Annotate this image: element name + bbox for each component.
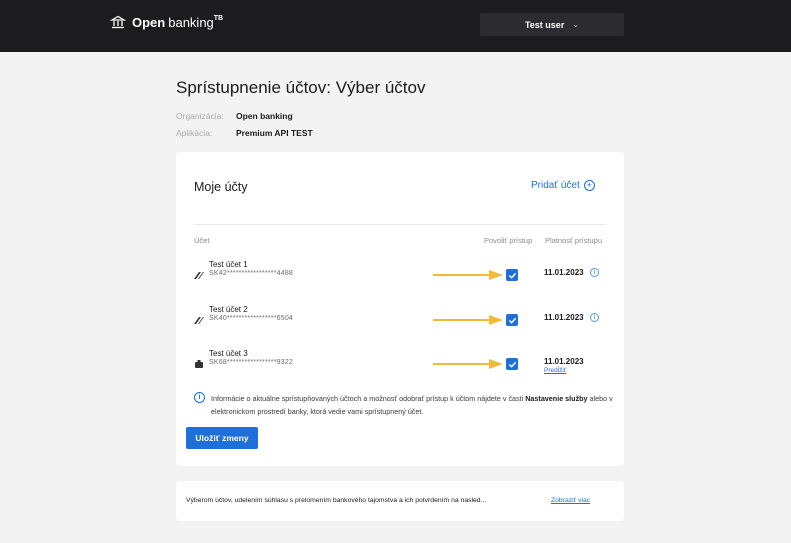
bank-icon — [110, 15, 126, 29]
info-icon[interactable]: i — [590, 268, 599, 277]
application-label: Aplikácia: — [176, 128, 213, 138]
column-header-allow-access: Povoliť prístup — [484, 236, 533, 245]
plus-circle-icon: + — [583, 180, 595, 191]
allow-access-checkbox[interactable] — [506, 269, 518, 281]
logo-text: banking — [168, 14, 214, 30]
consent-panel: Výberom účtov, udelením súhlasu s prelom… — [176, 481, 624, 521]
column-header-account: Účet — [194, 236, 210, 245]
divider — [194, 224, 606, 225]
account-name: Test účet 2 — [209, 305, 248, 314]
validity-date: 11.01.2023 — [544, 268, 584, 277]
logo[interactable]: Open banking TB — [110, 14, 223, 30]
account-row: Test účet 1 SK42*****************4488 11… — [194, 260, 614, 290]
accounts-title: Moje účty — [194, 180, 248, 194]
account-iban: SK68*****************9322 — [209, 359, 294, 366]
checkmark-icon — [508, 361, 516, 368]
account-name: Test účet 3 — [209, 349, 248, 358]
organization-value: Open banking — [236, 111, 293, 121]
application-row: Aplikácia: Premium API TEST — [176, 128, 313, 138]
account-row: Test účet 3 SK68*****************9322 11… — [194, 349, 614, 379]
checkmark-icon — [508, 317, 516, 324]
add-account-link[interactable]: Pridať účet + — [531, 180, 595, 191]
page-title: Sprístupnenie účtov: Výber účtov — [176, 78, 426, 97]
allow-access-checkbox[interactable] — [506, 358, 518, 370]
logo-superscript: TB — [213, 14, 224, 22]
info-icon: i — [194, 392, 205, 403]
user-menu-button[interactable]: Test user ⌄ — [480, 13, 624, 36]
notice-prefix: Informácie o aktuálne sprístupňovaných ú… — [211, 394, 526, 403]
consent-text: Výberom účtov, udelením súhlasu s prelom… — [186, 497, 487, 504]
account-row: Test účet 2 SK40*****************6504 11… — [194, 305, 614, 335]
account-iban: SK42*****************4488 — [209, 270, 294, 277]
account-name: Test účet 1 — [209, 260, 248, 269]
info-icon[interactable]: i — [590, 313, 599, 322]
extend-access-link[interactable]: Predĺžiť — [544, 367, 566, 374]
arrow-right-icon — [433, 315, 503, 325]
arrow-right-icon — [433, 359, 503, 369]
add-account-label: Pridať účet — [531, 180, 580, 191]
user-name: Test user — [524, 19, 565, 30]
top-bar: Open banking TB Test user ⌄ — [0, 0, 791, 52]
notice-settings-link: Nastavenie služby — [525, 394, 588, 403]
logo-brand: Open — [132, 14, 166, 30]
chevron-down-icon: ⌄ — [572, 20, 580, 29]
card-icon — [194, 272, 204, 279]
card-icon — [194, 317, 204, 324]
notice-text: Informácie o aktuálne sprístupňovaných ú… — [211, 393, 616, 418]
account-iban: SK40*****************6504 — [209, 315, 294, 322]
piggy-bank-icon — [195, 360, 203, 368]
save-changes-button[interactable]: Uložiť zmeny — [186, 427, 258, 449]
organization-label: Organizácia: — [176, 111, 224, 121]
validity-date: 11.01.2023 — [544, 313, 584, 322]
column-header-validity: Platnosť prístupu — [545, 236, 603, 245]
show-more-link[interactable]: Zobraziť viac — [551, 497, 590, 504]
accounts-card: Moje účty Pridať účet + Účet Povoliť prí… — [176, 152, 624, 466]
allow-access-checkbox[interactable] — [506, 314, 518, 326]
organization-row: Organizácia: Open banking — [176, 111, 293, 121]
arrow-right-icon — [433, 270, 503, 280]
checkmark-icon — [508, 272, 516, 279]
application-value: Premium API TEST — [236, 128, 313, 138]
validity-date: 11.01.2023 — [544, 357, 584, 366]
